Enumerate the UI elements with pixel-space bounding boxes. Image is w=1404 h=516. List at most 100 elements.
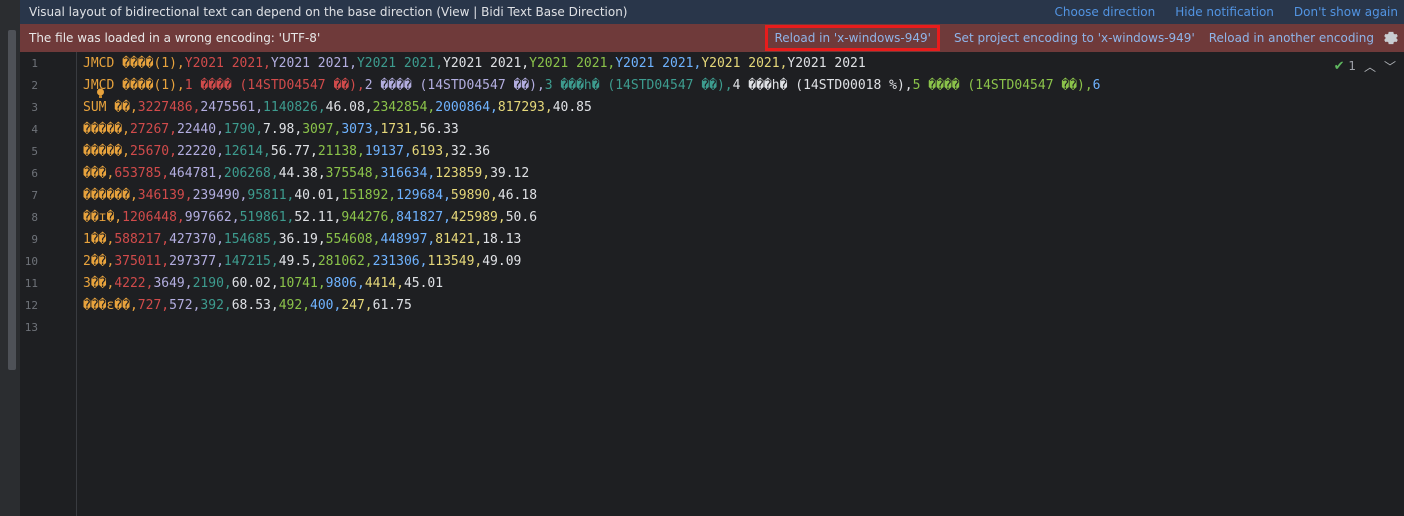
- code-token: 375548,: [325, 166, 381, 181]
- code-token: Y2021 2021,: [184, 56, 271, 71]
- code-token: 1731,: [380, 122, 420, 137]
- code-token: ���ε��,: [83, 298, 138, 313]
- editor-scrollbar[interactable]: [1396, 52, 1404, 516]
- code-token: 68.53,: [231, 298, 279, 313]
- code-token: 4222,: [114, 276, 154, 291]
- code-token: 3227486,: [137, 100, 201, 115]
- code-token: �����,: [83, 144, 130, 159]
- code-token: 27267,: [129, 122, 177, 137]
- code-token: 129684,: [396, 188, 451, 203]
- code-token: 2475561,: [200, 100, 264, 115]
- code-token: 59890,: [450, 188, 498, 203]
- code-token: 400,: [310, 298, 342, 313]
- code-token: 727,: [137, 298, 170, 313]
- code-token: 39.12: [490, 166, 530, 181]
- code-token: 1140826,: [263, 100, 326, 115]
- line-number: 6: [31, 167, 38, 180]
- code-line[interactable]: ������,346139,239490,95811,40.01,151892,…: [83, 185, 537, 207]
- hide-notification-link[interactable]: Hide notification: [1175, 5, 1274, 19]
- code-token: 123859,: [435, 166, 491, 181]
- reload-in-encoding-link[interactable]: Reload in 'x-windows-949': [765, 25, 940, 51]
- code-token: 281062,: [317, 254, 373, 269]
- choose-direction-link[interactable]: Choose direction: [1055, 5, 1156, 19]
- left-scrollbar-thumb[interactable]: [8, 30, 16, 370]
- code-token: 231306,: [372, 254, 428, 269]
- code-token: 6193,: [411, 144, 451, 159]
- code-token: 56.33: [419, 122, 459, 137]
- problems-indicator[interactable]: ✔ 1: [1334, 59, 1356, 74]
- line-number: 2: [31, 79, 38, 92]
- code-token: 151892,: [341, 188, 397, 203]
- code-token: 147215,: [223, 254, 279, 269]
- left-tool-strip: [0, 0, 20, 516]
- line-number: 13: [24, 321, 38, 334]
- code-token: 7.98,: [263, 122, 303, 137]
- code-token: ������,: [83, 188, 138, 203]
- set-project-encoding-link[interactable]: Set project encoding to 'x-windows-949': [954, 31, 1195, 45]
- code-token: Y2021 2021,: [270, 56, 357, 71]
- code-token: 944276,: [341, 210, 397, 225]
- code-token: 492,: [278, 298, 311, 313]
- code-token: 375011,: [114, 254, 170, 269]
- dont-show-again-link[interactable]: Don't show again: [1294, 5, 1398, 19]
- code-token: 519861,: [239, 210, 295, 225]
- code-token: 18.13: [482, 232, 522, 247]
- code-area[interactable]: JMCD ����(1),Y2021 2021,Y2021 2021,Y2021…: [83, 52, 1404, 516]
- code-token: Y2021 2021,: [443, 56, 530, 71]
- code-token: Y2021 2021,: [529, 56, 616, 71]
- code-token: 653785,: [114, 166, 170, 181]
- code-token: 1790,: [223, 122, 264, 137]
- line-number-gutter: 1 2 3 4 5 6 7 8 9 10 11 12 13: [20, 52, 77, 516]
- code-editor[interactable]: 1 2 3 4 5 6 7 8 9 10 11 12 13 JMCD ����(1),Y2021 202…: [20, 52, 1404, 516]
- code-line[interactable]: JMCD ����(1),1 ���� (14STD04547 ��),2 ��…: [83, 75, 1100, 97]
- code-token: 2 ���� (14STD04547 ��),: [364, 78, 545, 93]
- chevron-down-icon[interactable]: ﹀: [1384, 58, 1396, 75]
- line-number: 8: [31, 211, 38, 224]
- code-line[interactable]: ���ε��,727,572,392,68.53,492,400,247,61.…: [83, 295, 412, 317]
- code-token: Y2021 2021,: [615, 56, 702, 71]
- code-line[interactable]: ��ɪ�,1206448,997662,519861,52.11,944276,…: [83, 207, 537, 229]
- code-token: 25670,: [129, 144, 177, 159]
- code-token: 448997,: [380, 232, 436, 247]
- code-token: 49.09: [482, 254, 522, 269]
- gear-icon[interactable]: [1384, 31, 1398, 45]
- code-line[interactable]: 2��,375011,297377,147215,49.5,281062,231…: [83, 251, 521, 273]
- code-token: 60.02,: [231, 276, 279, 291]
- chevron-up-icon[interactable]: ︿: [1364, 58, 1376, 75]
- code-token: 2000864,: [435, 100, 498, 115]
- code-token: 95811,: [247, 188, 295, 203]
- inspection-status-widget[interactable]: ✔ 1 ︿ ﹀: [1329, 56, 1400, 76]
- code-line[interactable]: �����,27267,22440,1790,7.98,3097,3073,17…: [83, 119, 459, 141]
- code-token: 3649,: [153, 276, 193, 291]
- line-number: 7: [31, 189, 38, 202]
- line-number: 5: [31, 145, 38, 158]
- code-line[interactable]: SUM ��,3227486,2475561,1140826,46.08,234…: [83, 97, 592, 119]
- code-token: 113549,: [427, 254, 483, 269]
- code-token: 554608,: [325, 232, 381, 247]
- code-token: 49.5,: [278, 254, 318, 269]
- code-line[interactable]: 1��,588217,427370,154685,36.19,554608,44…: [83, 229, 521, 251]
- code-token: 61.75: [372, 298, 412, 313]
- code-token: 154685,: [223, 232, 279, 247]
- code-line[interactable]: 3��,4222,3649,2190,60.02,10741,9806,4414…: [83, 273, 443, 295]
- code-token: 3 ���h� (14STD04547 ��),: [544, 78, 733, 93]
- code-token: 464781,: [169, 166, 224, 181]
- code-token: 588217,: [114, 232, 170, 247]
- code-token: JMCD ����(1),: [83, 56, 185, 71]
- code-token: 392,: [200, 298, 232, 313]
- line-number: 4: [31, 123, 38, 136]
- code-line[interactable]: �����,25670,22220,12614,56.77,21138,1913…: [83, 141, 490, 163]
- code-token: 40.01,: [294, 188, 342, 203]
- code-line[interactable]: ���,653785,464781,206268,44.38,375548,31…: [83, 163, 529, 185]
- code-token: 1��,: [83, 232, 115, 247]
- code-token: 44.38,: [278, 166, 326, 181]
- code-token: Y2021 2021,: [701, 56, 788, 71]
- reload-another-encoding-link[interactable]: Reload in another encoding: [1209, 31, 1374, 45]
- bidi-notification-message: Visual layout of bidirectional text can …: [29, 5, 628, 19]
- line-number: 1: [31, 57, 38, 70]
- code-token: 316634,: [380, 166, 436, 181]
- check-icon: ✔: [1333, 58, 1345, 74]
- code-line[interactable]: JMCD ����(1),Y2021 2021,Y2021 2021,Y2021…: [83, 53, 866, 75]
- code-token: ��ɪ�,: [83, 210, 123, 225]
- code-token: 2190,: [192, 276, 232, 291]
